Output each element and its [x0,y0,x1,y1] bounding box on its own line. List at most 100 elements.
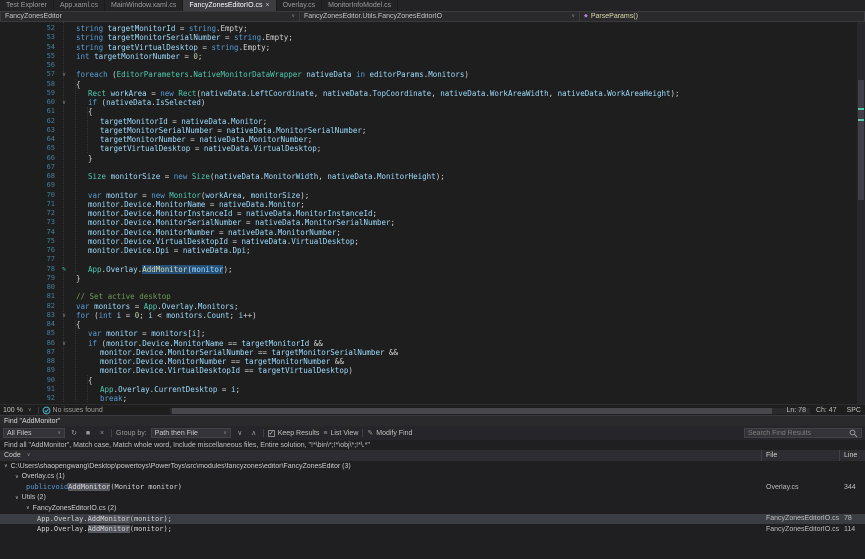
code-line[interactable]: 56 [0,61,857,70]
column-header-file[interactable]: File [762,450,840,461]
line-number[interactable]: 69 [0,181,58,190]
code-line[interactable]: 76monitor.Device.Dpi = nativeData.Dpi; [0,246,857,255]
code-line[interactable]: 64targetMonitorNumber = nativeData.Monit… [0,135,857,144]
refresh-icon[interactable]: ↻ [69,429,79,437]
editor-vertical-scrollbar[interactable] [857,22,865,404]
modify-find-button[interactable]: ✎ Modify Find [367,429,412,437]
line-number[interactable]: 84 [0,320,58,329]
line-number[interactable]: 73 [0,218,58,227]
line-number[interactable]: 52 [0,24,58,33]
code-line[interactable]: 74monitor.Device.MonitorNumber = nativeD… [0,228,857,237]
line-number[interactable]: 82 [0,302,58,311]
line-number[interactable]: 55 [0,52,58,61]
line-number[interactable]: 53 [0,33,58,42]
tab-mainwindow-xaml-cs[interactable]: MainWindow.xaml.cs [105,0,183,11]
expander-chevron-icon[interactable]: ∨ [15,495,19,501]
expander-chevron-icon[interactable]: ∨ [4,463,8,469]
find-result-row[interactable]: ∨FancyZonesEditorIO.cs (2) [0,503,865,514]
line-number[interactable]: 90 [0,376,58,385]
keep-results-checkbox[interactable]: ✓ Keep Results [268,430,320,437]
health-check-icon[interactable] [42,406,51,415]
code-line[interactable]: 68Size monitorSize = new Size(nativeData… [0,172,857,181]
line-number[interactable]: 71 [0,200,58,209]
line-number[interactable]: 72 [0,209,58,218]
scrollbar-thumb[interactable] [172,408,772,414]
expand-all-icon[interactable]: ∨ [235,429,245,437]
fold-chevron-icon[interactable]: ∨ [58,98,70,107]
code-line[interactable]: 78✎App.Overlay.AddMonitor(monitor); [0,265,857,274]
search-find-results-box[interactable] [744,428,862,438]
code-line[interactable]: 53string targetMonitorSerialNumber = str… [0,33,857,42]
find-result-row[interactable]: public void AddMonitor(Monitor monitor)O… [0,482,865,493]
line-number[interactable]: 64 [0,135,58,144]
code-line[interactable]: 70var monitor = new Monitor(workArea, mo… [0,191,857,200]
find-results-title-bar[interactable]: Find "AddMonitor" [0,415,865,426]
code-line[interactable]: 79} [0,274,857,283]
code-line[interactable]: 52string targetMonitorId = string.Empty; [0,24,857,33]
code-line[interactable]: 75monitor.Device.VirtualDesktopId = nati… [0,237,857,246]
fold-chevron-icon[interactable]: ∨ [58,311,70,320]
column-header-code[interactable]: Code ∨ [0,450,762,461]
line-number[interactable]: 80 [0,283,58,292]
code-line[interactable]: 86∨if (monitor.Device.MonitorName == tar… [0,339,857,348]
code-line[interactable]: 66} [0,154,857,163]
code-line[interactable]: 88monitor.Device.MonitorNumber == target… [0,357,857,366]
code-line[interactable]: 71monitor.Device.MonitorName = nativeDat… [0,200,857,209]
line-number[interactable]: 70 [0,191,58,200]
line-number[interactable]: 88 [0,357,58,366]
find-result-row[interactable]: ∨Overlay.cs (1) [0,472,865,483]
tab-app-xaml-cs[interactable]: App.xaml.cs [54,0,105,11]
line-number[interactable]: 54 [0,43,58,52]
code-line[interactable]: 87monitor.Device.MonitorSerialNumber == … [0,348,857,357]
line-number[interactable]: 75 [0,237,58,246]
expander-chevron-icon[interactable]: ∨ [26,505,30,511]
code-line[interactable]: 85var monitor = monitors[i]; [0,329,857,338]
line-number[interactable]: 83 [0,311,58,320]
project-dropdown[interactable]: FancyZonesEditor ∨ [0,11,300,22]
code-line[interactable]: 55int targetMonitorNumber = 0; [0,52,857,61]
scrollbar-thumb[interactable] [858,80,864,200]
line-number[interactable]: 65 [0,144,58,153]
code-line[interactable]: 57∨foreach (EditorParameters.NativeMonit… [0,70,857,79]
line-number[interactable]: 91 [0,385,58,394]
line-number[interactable]: 62 [0,117,58,126]
scope-dropdown[interactable]: All Files ∨ [3,428,65,438]
line-number[interactable]: 81 [0,292,58,301]
editor-horizontal-scrollbar[interactable] [170,408,810,414]
code-line[interactable]: 91App.Overlay.CurrentDesktop = i; [0,385,857,394]
line-number[interactable]: 89 [0,366,58,375]
code-line[interactable]: 73monitor.Device.MonitorSerialNumber = n… [0,218,857,227]
code-line[interactable]: 65targetVirtualDesktop = nativeData.Virt… [0,144,857,153]
line-number[interactable]: 86 [0,339,58,348]
line-number[interactable]: 68 [0,172,58,181]
fold-chevron-icon[interactable]: ∨ [58,70,70,79]
code-line[interactable]: 69 [0,181,857,190]
code-line[interactable]: 81// Set active desktop [0,292,857,301]
find-result-row[interactable]: ∨C:\Users\shaopengwang\Desktop\powertoys… [0,461,865,472]
find-result-row[interactable]: App.Overlay.AddMonitor(monitor);FancyZon… [0,524,865,535]
code-line[interactable]: 89monitor.Device.VirtualDesktopId == tar… [0,366,857,375]
line-number[interactable]: 66 [0,154,58,163]
column-header-line[interactable]: Line [840,450,865,461]
line-number[interactable]: 57 [0,70,58,79]
line-number[interactable]: 92 [0,394,58,403]
line-number[interactable]: 87 [0,348,58,357]
code-line[interactable]: 83∨for (int i = 0; i < monitors.Count; i… [0,311,857,320]
code-line[interactable]: 62targetMonitorId = nativeData.Monitor; [0,117,857,126]
tab-test-explorer[interactable]: Test Explorer [0,0,54,11]
tab-fancyzoneseditorio-cs[interactable]: FancyZonesEditorIO.cs× [183,0,276,11]
line-number[interactable]: 85 [0,329,58,338]
close-icon[interactable]: × [265,2,269,9]
fold-chevron-icon[interactable]: ∨ [58,339,70,348]
zoom-control[interactable]: 100 % ∨ [0,407,35,414]
code-line[interactable]: 80 [0,283,857,292]
tab-monitorinfomodel-cs[interactable]: MonitorInfoModel.cs [322,0,398,11]
code-line[interactable]: 54string targetVirtualDesktop = string.E… [0,43,857,52]
code-line[interactable]: 60∨if (nativeData.IsSelected) [0,98,857,107]
code-line[interactable]: 82var monitors = App.Overlay.Monitors; [0,302,857,311]
find-result-row[interactable]: App.Overlay.AddMonitor(monitor);FancyZon… [0,514,865,525]
stop-icon[interactable]: ■ [83,430,93,437]
code-line[interactable]: 84{ [0,320,857,329]
type-dropdown[interactable]: FancyZonesEditor.Utils.FancyZonesEditorI… [300,11,580,22]
code-line[interactable]: 90{ [0,376,857,385]
